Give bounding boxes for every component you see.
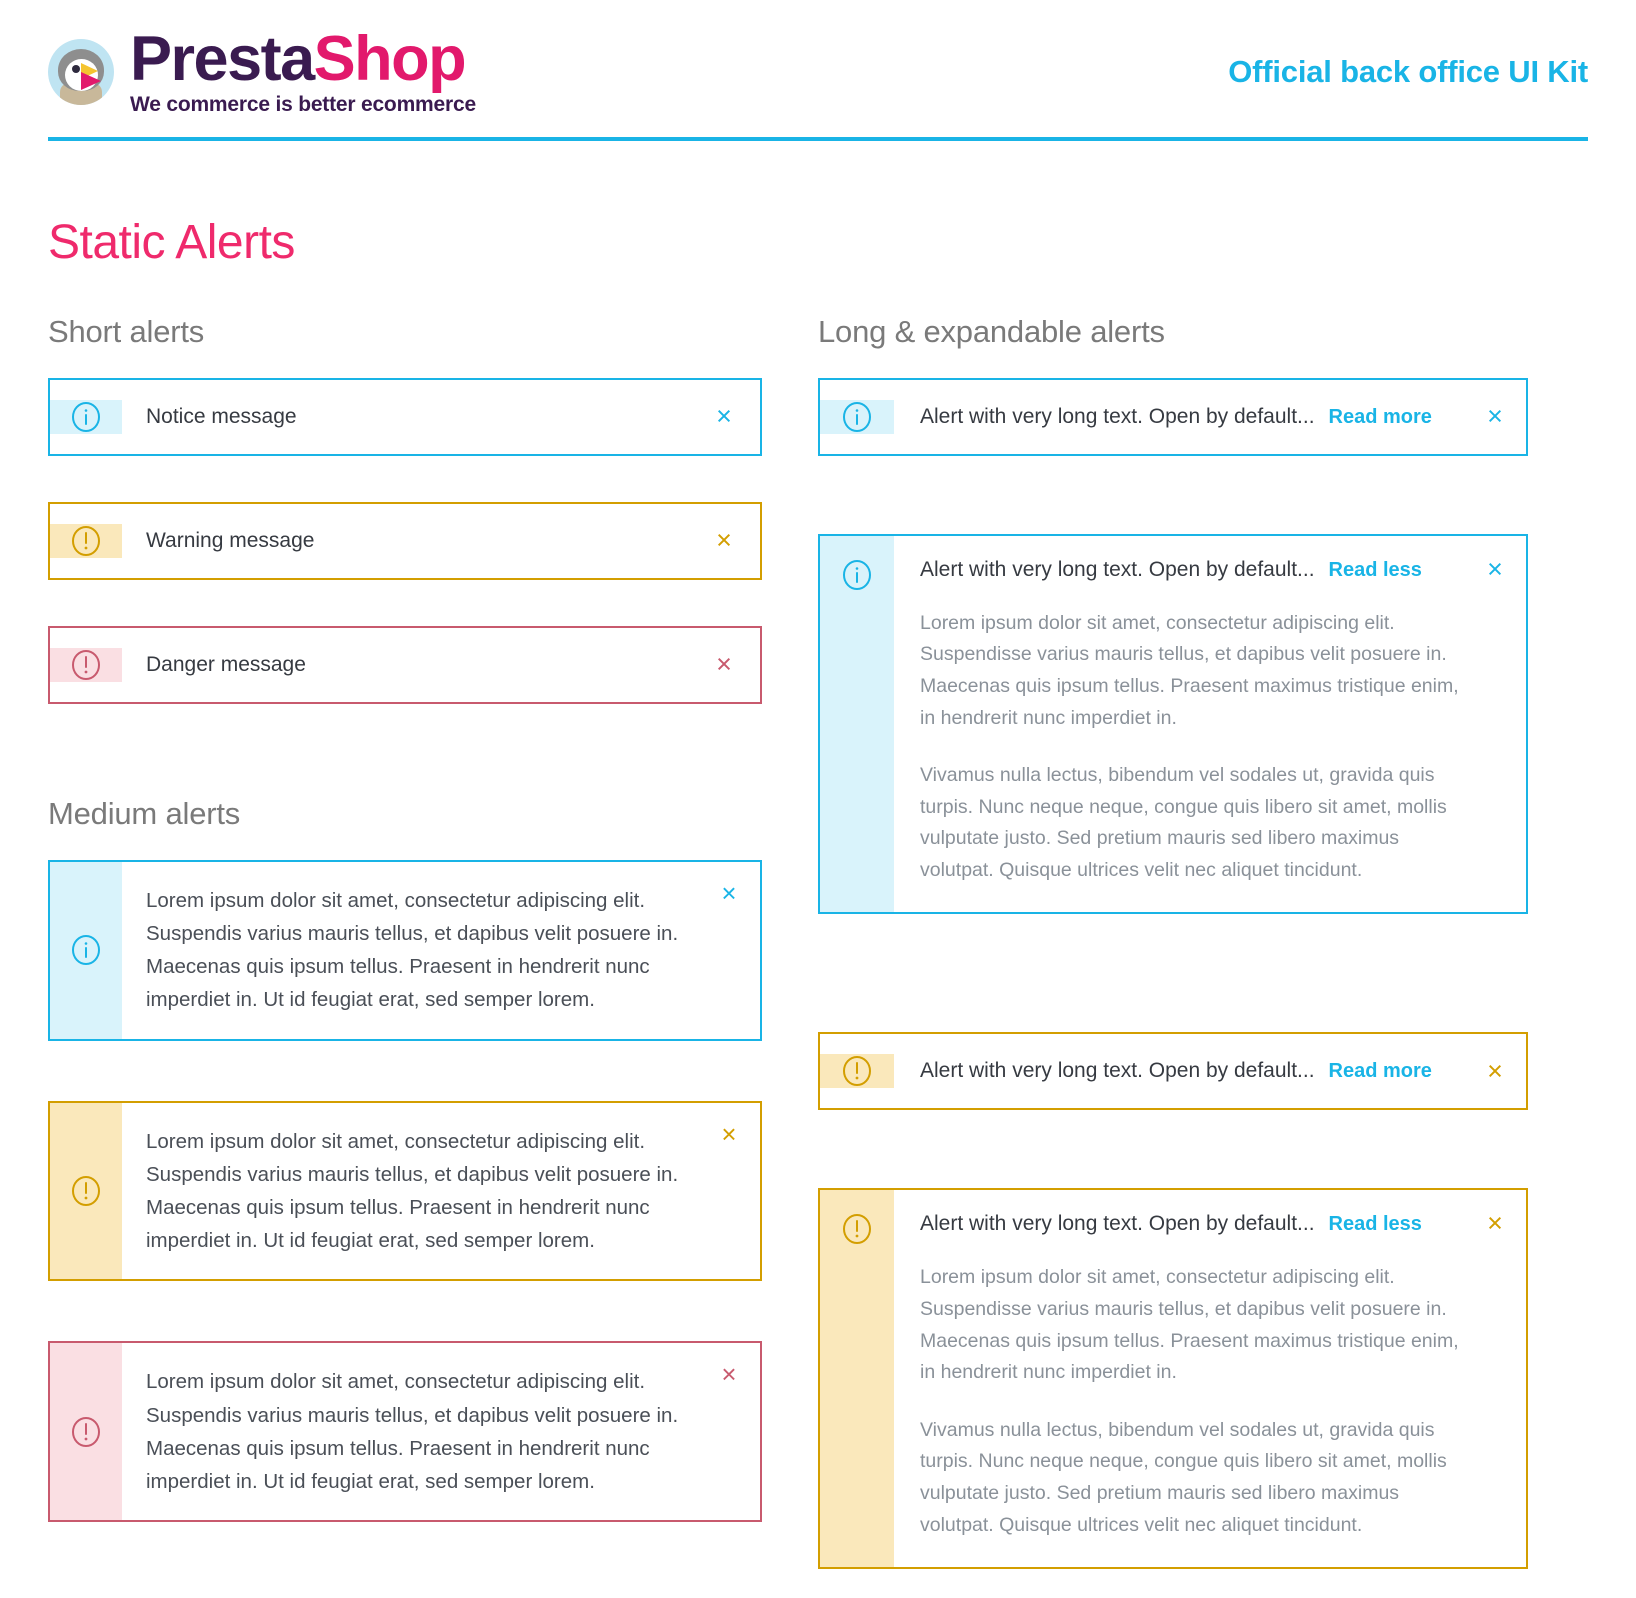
brand-name-second: Shop xyxy=(313,24,467,94)
alert-medium-warning: Lorem ipsum dolor sit amet, consectetur … xyxy=(48,1100,762,1282)
right-column: Long & expandable alerts Alert with very… xyxy=(818,314,1528,1582)
info-circle-icon xyxy=(50,399,122,434)
section-title-long: Long & expandable alerts xyxy=(818,313,1165,349)
read-less-button[interactable]: Read less xyxy=(1329,1213,1422,1236)
read-more-button[interactable]: Read more xyxy=(1329,1060,1432,1083)
alert-paragraph: Vivamus nulla lectus, bibendum vel sodal… xyxy=(920,1418,1447,1536)
exclamation-circle-icon xyxy=(50,647,122,682)
alert-headline: Alert with very long text. Open by defau… xyxy=(920,557,1315,581)
alert-message: Danger message xyxy=(146,652,306,676)
alert-content: Lorem ipsum dolor sit amet, consectetur … xyxy=(122,862,698,1039)
alert-content: Warning message xyxy=(122,529,688,553)
close-icon[interactable]: × xyxy=(1464,403,1526,430)
exclamation-circle-icon xyxy=(820,1054,894,1089)
close-icon[interactable]: × xyxy=(1464,1190,1526,1567)
header-divider xyxy=(48,136,1588,141)
alert-paragraph: Vivamus nulla lectus, bibendum vel sodal… xyxy=(920,764,1447,881)
alert-headline: Alert with very long text. Open by defau… xyxy=(920,1212,1315,1236)
close-icon[interactable]: × xyxy=(698,1103,760,1280)
alert-paragraph: Lorem ipsum dolor sit amet, consectetur … xyxy=(920,1266,1459,1384)
section-title-medium: Medium alerts xyxy=(48,795,241,831)
exclamation-circle-icon xyxy=(50,1343,122,1521)
alert-content: Alert with very long text. Open by defau… xyxy=(894,1190,1464,1567)
read-less-button[interactable]: Read less xyxy=(1329,559,1422,582)
alert-paragraph: Lorem ipsum dolor sit amet, consectetur … xyxy=(920,611,1459,729)
alert-message: Lorem ipsum dolor sit amet, consectetur … xyxy=(146,888,679,1012)
close-icon[interactable]: × xyxy=(688,527,760,554)
alert-medium-danger: Lorem ipsum dolor sit amet, consectetur … xyxy=(48,1341,762,1523)
exclamation-circle-icon xyxy=(820,1190,894,1568)
alert-short-notice: Notice message × xyxy=(48,377,762,456)
alert-medium-notice: Lorem ipsum dolor sit amet, consectetur … xyxy=(48,859,762,1041)
close-icon[interactable]: × xyxy=(698,1343,760,1520)
content-columns: Short alerts Notice message × Warning me… xyxy=(48,314,1588,1582)
alert-long-notice-collapsed: Alert with very long text. Open by defau… xyxy=(818,377,1528,456)
close-icon[interactable]: × xyxy=(1464,536,1526,913)
alert-long-warning-expanded: Alert with very long text. Open by defau… xyxy=(818,1188,1528,1570)
close-icon[interactable]: × xyxy=(698,862,760,1039)
alert-content: Alert with very long text. Open by defau… xyxy=(894,405,1464,429)
page-root: PrestaShop We commerce is better ecommer… xyxy=(0,0,1636,1582)
alert-short-danger: Danger message × xyxy=(48,625,762,704)
alert-content: Danger message xyxy=(122,653,688,677)
info-circle-icon xyxy=(820,535,894,913)
page-header: PrestaShop We commerce is better ecommer… xyxy=(48,0,1588,137)
alert-long-warning-collapsed: Alert with very long text. Open by defau… xyxy=(818,1032,1528,1111)
alert-content: Notice message xyxy=(122,405,688,429)
alert-long-notice-expanded: Alert with very long text. Open by defau… xyxy=(818,533,1528,915)
exclamation-circle-icon xyxy=(50,523,122,558)
alert-message: Lorem ipsum dolor sit amet, consectetur … xyxy=(146,1370,679,1494)
prestashop-logo: PrestaShop We commerce is better ecommer… xyxy=(48,28,476,116)
page-title: Static Alerts xyxy=(48,215,295,269)
info-circle-icon xyxy=(50,861,122,1039)
read-more-button[interactable]: Read more xyxy=(1329,406,1432,429)
exclamation-circle-icon xyxy=(50,1102,122,1280)
close-icon[interactable]: × xyxy=(1464,1057,1526,1085)
alert-content: Alert with very long text. Open by defau… xyxy=(894,1059,1464,1083)
alert-content: Lorem ipsum dolor sit amet, consectetur … xyxy=(122,1103,698,1280)
alert-content: Alert with very long text. Open by defau… xyxy=(894,536,1464,913)
brand-tagline: We commerce is better ecommerce xyxy=(130,92,476,116)
alert-message: Warning message xyxy=(146,528,315,552)
brand-wordmark: PrestaShop We commerce is better ecommer… xyxy=(130,28,476,116)
prestashop-mascot-icon xyxy=(48,39,114,106)
section-title-short: Short alerts xyxy=(48,313,205,349)
brand-name-first: Presta xyxy=(130,24,315,94)
kit-title: Official back office UI Kit xyxy=(1228,54,1588,90)
alert-short-warning: Warning message × xyxy=(48,501,762,580)
alert-message: Lorem ipsum dolor sit amet, consectetur … xyxy=(146,1129,679,1253)
alert-content: Lorem ipsum dolor sit amet, consectetur … xyxy=(122,1343,698,1520)
left-column: Short alerts Notice message × Warning me… xyxy=(48,314,762,1582)
info-circle-icon xyxy=(820,399,894,434)
close-icon[interactable]: × xyxy=(688,403,760,430)
alert-headline: Alert with very long text. Open by defau… xyxy=(920,404,1315,428)
alert-headline: Alert with very long text. Open by defau… xyxy=(920,1059,1315,1083)
alert-message: Notice message xyxy=(146,404,297,428)
close-icon[interactable]: × xyxy=(688,651,760,678)
